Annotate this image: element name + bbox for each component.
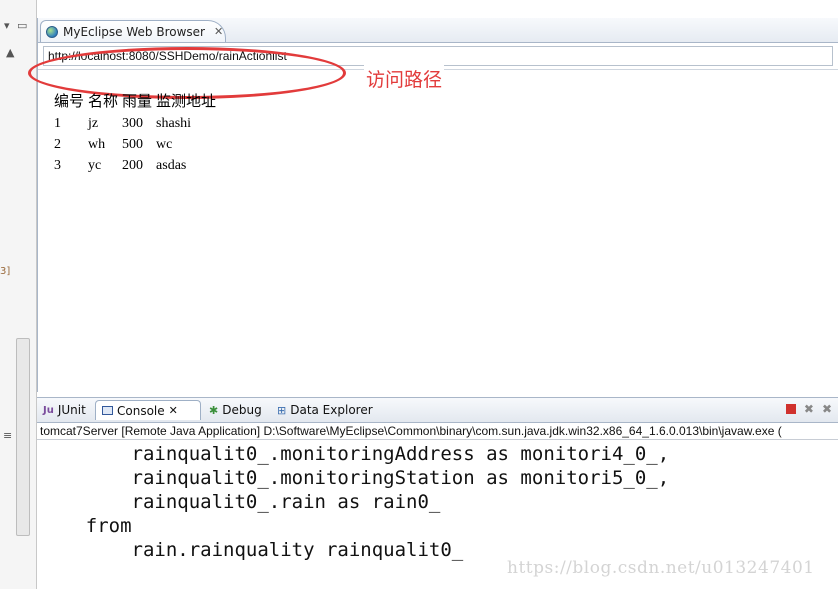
- table-cell: wh: [88, 137, 106, 152]
- tab-debug[interactable]: ✱ Debug: [203, 400, 268, 420]
- bottom-views-tabbar: Ju JUnit Console ✕ ✱ Debug ⊞ Data Explor…: [37, 397, 838, 423]
- page-content: 编号 名称 雨量 监测地址 1 jz 300 shashi 2 wh 500 w: [38, 70, 838, 392]
- stop-icon[interactable]: [785, 404, 796, 414]
- tab-label: Console: [117, 403, 165, 418]
- splitter-handle-icon[interactable]: ≡: [3, 430, 12, 442]
- scroll-up-icon[interactable]: ▲: [6, 47, 14, 59]
- tab-label: MyEclipse Web Browser: [63, 24, 205, 39]
- left-panel-gutter: ▾ ▭ ▲ 3] ≡: [0, 0, 37, 589]
- table-cell: 3: [54, 158, 61, 173]
- table-cell: asdas: [156, 158, 187, 173]
- table-cell: jz: [88, 116, 99, 131]
- minimize-icon[interactable]: ▭: [17, 20, 27, 32]
- data-explorer-icon: ⊞: [277, 403, 287, 417]
- close-icon[interactable]: ✕: [214, 25, 223, 38]
- console-line: rainqualit0_.rain as rain0_: [40, 491, 441, 513]
- remove-all-icon[interactable]: ✖: [822, 402, 832, 416]
- console-icon: [102, 406, 113, 415]
- tab-data-explorer[interactable]: ⊞ Data Explorer: [271, 400, 379, 420]
- tab-console[interactable]: Console ✕: [95, 400, 201, 420]
- table-row: 3 yc 200 asdas: [52, 156, 218, 177]
- table-row: 1 jz 300 shashi: [52, 114, 218, 135]
- table-cell: 2: [54, 137, 61, 152]
- table-cell: 1: [54, 116, 61, 131]
- column-header: 监测地址: [156, 92, 217, 110]
- table-row: 2 wh 500 wc: [52, 135, 218, 156]
- table-cell: shashi: [156, 116, 192, 131]
- watermark: https://blog.csdn.net/u013247401: [507, 558, 815, 578]
- debug-icon: ✱: [209, 403, 219, 417]
- web-browser-editor: MyEclipse Web Browser ✕ 访问路径 编号 名称 雨量 监测…: [28, 18, 838, 392]
- globe-icon: [46, 25, 58, 38]
- scrollbar-thumb[interactable]: [16, 338, 30, 536]
- view-menu-icon[interactable]: ▾: [4, 20, 10, 32]
- console-line: rainqualit0_.monitoringStation as monito…: [40, 467, 670, 489]
- table-cell: 500: [122, 137, 144, 152]
- table-cell: 200: [122, 158, 144, 173]
- tab-web-browser[interactable]: MyEclipse Web Browser ✕: [40, 20, 226, 42]
- column-header: 名称: [88, 92, 119, 110]
- close-icon[interactable]: ✕: [169, 404, 178, 417]
- tab-label: Data Explorer: [290, 403, 373, 417]
- table-cell: yc: [88, 158, 102, 173]
- column-header: 雨量: [122, 92, 153, 110]
- junit-icon: Ju: [43, 404, 54, 416]
- rain-table: 编号 名称 雨量 监测地址 1 jz 300 shashi 2 wh 500 w: [52, 88, 218, 177]
- table-cell: 300: [122, 116, 144, 131]
- console-line: rain.rainquality rainqualit0_: [40, 539, 464, 561]
- remove-launch-icon[interactable]: ✖: [804, 402, 814, 416]
- tab-label: JUnit: [57, 403, 86, 417]
- address-bar: 访问路径: [28, 43, 838, 99]
- console-process-label: tomcat7Server [Remote Java Application] …: [37, 422, 838, 440]
- column-header: 编号: [54, 92, 85, 110]
- tab-junit[interactable]: Ju JUnit: [37, 400, 92, 420]
- editor-tabbar: MyEclipse Web Browser ✕: [38, 18, 838, 43]
- table-cell: wc: [156, 137, 173, 152]
- console-toolbar: ✖ ✖: [785, 402, 832, 416]
- url-input[interactable]: [43, 46, 833, 66]
- console-line: from: [40, 515, 132, 537]
- tab-label: Debug: [222, 403, 262, 417]
- panel-edge-label: 3]: [0, 266, 11, 277]
- table-header-row: 编号 名称 雨量 监测地址: [52, 88, 218, 114]
- console-line: rainqualit0_.monitoringAddress as monito…: [40, 443, 670, 465]
